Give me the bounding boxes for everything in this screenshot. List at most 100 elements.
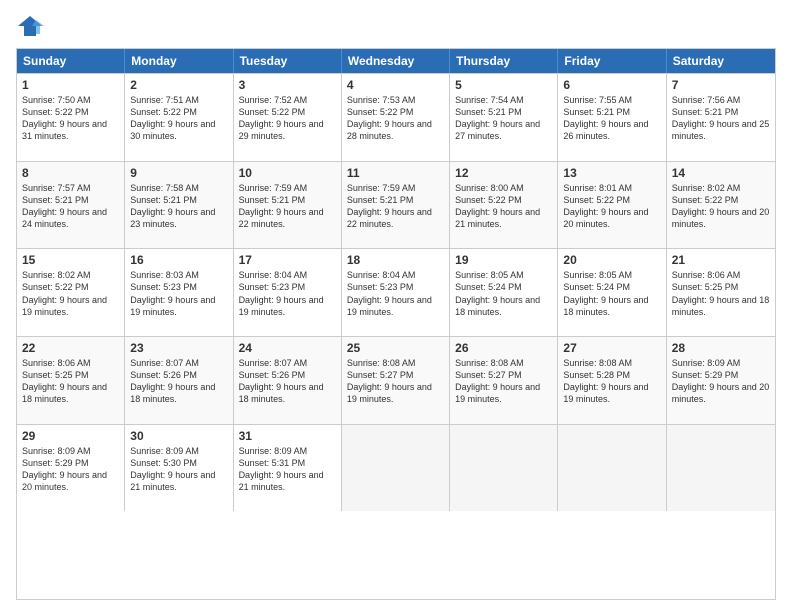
day-cell-29: 29 Sunrise: 8:09 AM Sunset: 5:29 PM Dayl… xyxy=(17,425,125,512)
day-number: 22 xyxy=(22,341,119,355)
day-number: 21 xyxy=(672,253,770,267)
day-number: 18 xyxy=(347,253,444,267)
calendar-row-2: 15 Sunrise: 8:02 AM Sunset: 5:22 PM Dayl… xyxy=(17,248,775,336)
day-cell-1: 1 Sunrise: 7:50 AM Sunset: 5:22 PM Dayli… xyxy=(17,74,125,161)
cell-content: Sunrise: 8:06 AM Sunset: 5:25 PM Dayligh… xyxy=(672,269,770,318)
cell-content: Sunrise: 8:09 AM Sunset: 5:29 PM Dayligh… xyxy=(672,357,770,406)
day-number: 7 xyxy=(672,78,770,92)
day-cell-16: 16 Sunrise: 8:03 AM Sunset: 5:23 PM Dayl… xyxy=(125,249,233,336)
day-number: 8 xyxy=(22,166,119,180)
cell-content: Sunrise: 8:03 AM Sunset: 5:23 PM Dayligh… xyxy=(130,269,227,318)
day-number: 4 xyxy=(347,78,444,92)
empty-cell xyxy=(558,425,666,512)
day-number: 6 xyxy=(563,78,660,92)
day-number: 28 xyxy=(672,341,770,355)
day-number: 20 xyxy=(563,253,660,267)
calendar-row-1: 8 Sunrise: 7:57 AM Sunset: 5:21 PM Dayli… xyxy=(17,161,775,249)
day-cell-24: 24 Sunrise: 8:07 AM Sunset: 5:26 PM Dayl… xyxy=(234,337,342,424)
day-number: 17 xyxy=(239,253,336,267)
day-number: 3 xyxy=(239,78,336,92)
calendar-row-0: 1 Sunrise: 7:50 AM Sunset: 5:22 PM Dayli… xyxy=(17,73,775,161)
cell-content: Sunrise: 8:09 AM Sunset: 5:30 PM Dayligh… xyxy=(130,445,227,494)
day-cell-15: 15 Sunrise: 8:02 AM Sunset: 5:22 PM Dayl… xyxy=(17,249,125,336)
day-cell-12: 12 Sunrise: 8:00 AM Sunset: 5:22 PM Dayl… xyxy=(450,162,558,249)
cell-content: Sunrise: 8:02 AM Sunset: 5:22 PM Dayligh… xyxy=(22,269,119,318)
day-number: 29 xyxy=(22,429,119,443)
empty-cell xyxy=(450,425,558,512)
day-cell-17: 17 Sunrise: 8:04 AM Sunset: 5:23 PM Dayl… xyxy=(234,249,342,336)
empty-cell xyxy=(667,425,775,512)
calendar-row-4: 29 Sunrise: 8:09 AM Sunset: 5:29 PM Dayl… xyxy=(17,424,775,512)
day-number: 27 xyxy=(563,341,660,355)
cell-content: Sunrise: 8:05 AM Sunset: 5:24 PM Dayligh… xyxy=(563,269,660,318)
day-cell-4: 4 Sunrise: 7:53 AM Sunset: 5:22 PM Dayli… xyxy=(342,74,450,161)
day-number: 26 xyxy=(455,341,552,355)
cell-content: Sunrise: 8:09 AM Sunset: 5:31 PM Dayligh… xyxy=(239,445,336,494)
cell-content: Sunrise: 7:52 AM Sunset: 5:22 PM Dayligh… xyxy=(239,94,336,143)
calendar-body: 1 Sunrise: 7:50 AM Sunset: 5:22 PM Dayli… xyxy=(17,73,775,599)
day-cell-20: 20 Sunrise: 8:05 AM Sunset: 5:24 PM Dayl… xyxy=(558,249,666,336)
calendar-header: SundayMondayTuesdayWednesdayThursdayFrid… xyxy=(17,49,775,73)
cell-content: Sunrise: 8:02 AM Sunset: 5:22 PM Dayligh… xyxy=(672,182,770,231)
day-number: 11 xyxy=(347,166,444,180)
day-cell-2: 2 Sunrise: 7:51 AM Sunset: 5:22 PM Dayli… xyxy=(125,74,233,161)
logo-icon xyxy=(16,12,44,40)
cell-content: Sunrise: 8:07 AM Sunset: 5:26 PM Dayligh… xyxy=(130,357,227,406)
day-number: 24 xyxy=(239,341,336,355)
day-number: 13 xyxy=(563,166,660,180)
day-number: 19 xyxy=(455,253,552,267)
day-cell-26: 26 Sunrise: 8:08 AM Sunset: 5:27 PM Dayl… xyxy=(450,337,558,424)
cell-content: Sunrise: 8:09 AM Sunset: 5:29 PM Dayligh… xyxy=(22,445,119,494)
weekday-header-thursday: Thursday xyxy=(450,49,558,73)
day-number: 5 xyxy=(455,78,552,92)
day-cell-28: 28 Sunrise: 8:09 AM Sunset: 5:29 PM Dayl… xyxy=(667,337,775,424)
day-cell-9: 9 Sunrise: 7:58 AM Sunset: 5:21 PM Dayli… xyxy=(125,162,233,249)
page: SundayMondayTuesdayWednesdayThursdayFrid… xyxy=(0,0,792,612)
day-cell-19: 19 Sunrise: 8:05 AM Sunset: 5:24 PM Dayl… xyxy=(450,249,558,336)
day-number: 2 xyxy=(130,78,227,92)
cell-content: Sunrise: 8:06 AM Sunset: 5:25 PM Dayligh… xyxy=(22,357,119,406)
weekday-header-tuesday: Tuesday xyxy=(234,49,342,73)
day-number: 9 xyxy=(130,166,227,180)
calendar-row-3: 22 Sunrise: 8:06 AM Sunset: 5:25 PM Dayl… xyxy=(17,336,775,424)
cell-content: Sunrise: 8:00 AM Sunset: 5:22 PM Dayligh… xyxy=(455,182,552,231)
cell-content: Sunrise: 8:04 AM Sunset: 5:23 PM Dayligh… xyxy=(347,269,444,318)
cell-content: Sunrise: 7:51 AM Sunset: 5:22 PM Dayligh… xyxy=(130,94,227,143)
cell-content: Sunrise: 8:01 AM Sunset: 5:22 PM Dayligh… xyxy=(563,182,660,231)
weekday-header-monday: Monday xyxy=(125,49,233,73)
weekday-header-wednesday: Wednesday xyxy=(342,49,450,73)
empty-cell xyxy=(342,425,450,512)
day-cell-8: 8 Sunrise: 7:57 AM Sunset: 5:21 PM Dayli… xyxy=(17,162,125,249)
day-number: 25 xyxy=(347,341,444,355)
day-cell-14: 14 Sunrise: 8:02 AM Sunset: 5:22 PM Dayl… xyxy=(667,162,775,249)
day-cell-13: 13 Sunrise: 8:01 AM Sunset: 5:22 PM Dayl… xyxy=(558,162,666,249)
cell-content: Sunrise: 8:04 AM Sunset: 5:23 PM Dayligh… xyxy=(239,269,336,318)
calendar: SundayMondayTuesdayWednesdayThursdayFrid… xyxy=(16,48,776,600)
day-cell-27: 27 Sunrise: 8:08 AM Sunset: 5:28 PM Dayl… xyxy=(558,337,666,424)
cell-content: Sunrise: 7:56 AM Sunset: 5:21 PM Dayligh… xyxy=(672,94,770,143)
header xyxy=(16,12,776,40)
day-number: 12 xyxy=(455,166,552,180)
cell-content: Sunrise: 7:58 AM Sunset: 5:21 PM Dayligh… xyxy=(130,182,227,231)
weekday-header-sunday: Sunday xyxy=(17,49,125,73)
cell-content: Sunrise: 8:08 AM Sunset: 5:28 PM Dayligh… xyxy=(563,357,660,406)
day-cell-30: 30 Sunrise: 8:09 AM Sunset: 5:30 PM Dayl… xyxy=(125,425,233,512)
day-number: 31 xyxy=(239,429,336,443)
day-number: 14 xyxy=(672,166,770,180)
day-number: 15 xyxy=(22,253,119,267)
weekday-header-saturday: Saturday xyxy=(667,49,775,73)
cell-content: Sunrise: 8:08 AM Sunset: 5:27 PM Dayligh… xyxy=(347,357,444,406)
cell-content: Sunrise: 8:05 AM Sunset: 5:24 PM Dayligh… xyxy=(455,269,552,318)
day-cell-23: 23 Sunrise: 8:07 AM Sunset: 5:26 PM Dayl… xyxy=(125,337,233,424)
day-number: 23 xyxy=(130,341,227,355)
cell-content: Sunrise: 7:55 AM Sunset: 5:21 PM Dayligh… xyxy=(563,94,660,143)
day-cell-11: 11 Sunrise: 7:59 AM Sunset: 5:21 PM Dayl… xyxy=(342,162,450,249)
cell-content: Sunrise: 7:54 AM Sunset: 5:21 PM Dayligh… xyxy=(455,94,552,143)
cell-content: Sunrise: 8:08 AM Sunset: 5:27 PM Dayligh… xyxy=(455,357,552,406)
day-cell-22: 22 Sunrise: 8:06 AM Sunset: 5:25 PM Dayl… xyxy=(17,337,125,424)
day-cell-21: 21 Sunrise: 8:06 AM Sunset: 5:25 PM Dayl… xyxy=(667,249,775,336)
day-cell-31: 31 Sunrise: 8:09 AM Sunset: 5:31 PM Dayl… xyxy=(234,425,342,512)
day-cell-25: 25 Sunrise: 8:08 AM Sunset: 5:27 PM Dayl… xyxy=(342,337,450,424)
day-number: 10 xyxy=(239,166,336,180)
day-number: 30 xyxy=(130,429,227,443)
